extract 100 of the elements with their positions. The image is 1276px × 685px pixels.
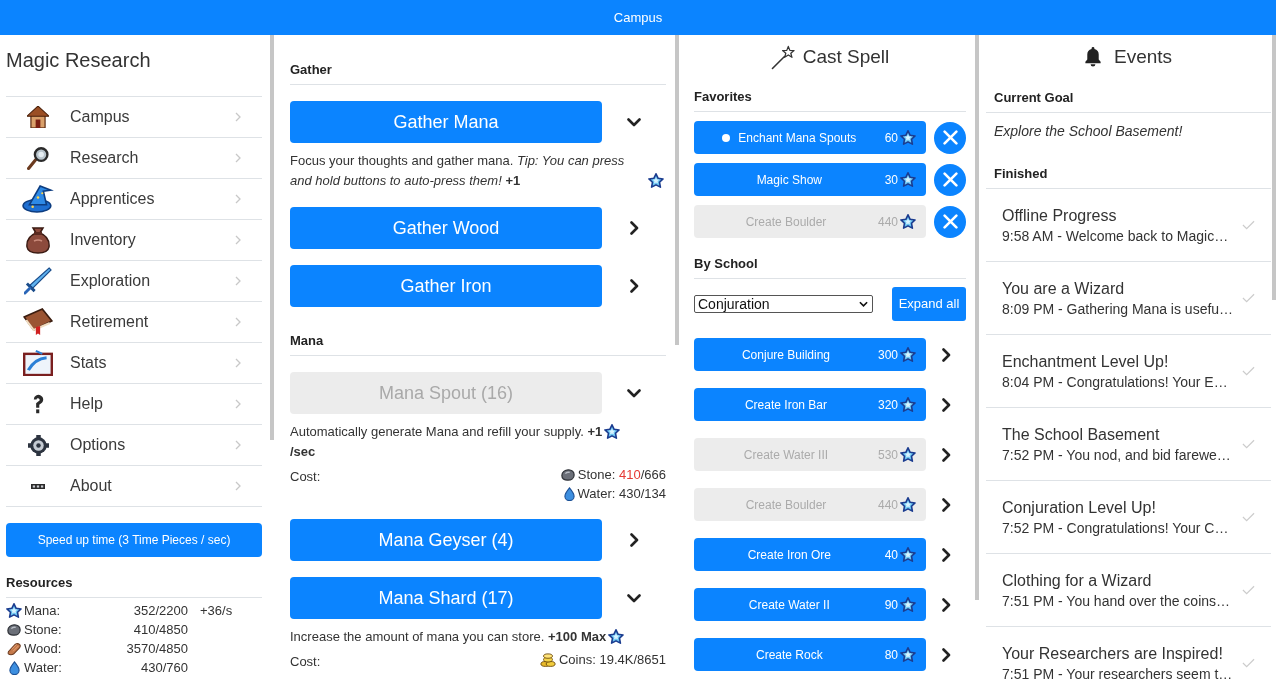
rock-icon — [7, 623, 21, 636]
spell-button[interactable]: Conjure Building 300 — [694, 338, 926, 371]
remove-button[interactable] — [934, 121, 966, 154]
close-icon — [942, 172, 958, 187]
action-button[interactable]: Gather Wood — [290, 207, 602, 249]
section-heading: Gather — [290, 62, 332, 78]
picture-frame-icon — [23, 350, 53, 376]
chevron-down-icon[interactable] — [627, 117, 641, 127]
spell-button[interactable]: Create Rock 80 — [694, 638, 926, 671]
chevron-right-icon — [235, 440, 241, 450]
remove-button[interactable] — [934, 163, 966, 196]
caret-icon — [859, 301, 868, 307]
scrollbar-thumb[interactable] — [1272, 35, 1276, 300]
chevron-right-icon — [235, 481, 241, 491]
resource-amount: 3570/4850 — [126, 639, 188, 658]
nav-item[interactable]: Help — [6, 384, 262, 425]
check-icon — [1242, 366, 1255, 376]
resource-name: Stone: — [24, 621, 62, 637]
resource-name: Water: — [24, 659, 62, 675]
resource-name: Mana: — [24, 602, 61, 618]
cost-value: Water: 430/134 — [577, 484, 666, 503]
description-text: Increase the amount of mana you can store. +100 Max — [290, 628, 607, 646]
spell-button[interactable]: Create Iron Ore 40 — [694, 538, 926, 571]
action-button[interactable]: Gather Mana — [290, 101, 602, 143]
check-icon — [1242, 512, 1255, 522]
sack-icon — [26, 226, 50, 254]
spell-button[interactable]: Enchant Mana Spouts 60 — [694, 121, 926, 154]
nav-item[interactable]: Inventory — [6, 220, 262, 261]
nav-item[interactable]: Stats — [6, 343, 262, 384]
scrollbar-thumb[interactable] — [675, 35, 679, 345]
star-icon — [900, 213, 916, 230]
school-select[interactable]: Conjuration — [694, 295, 873, 313]
speed-up-button[interactable]: Speed up time (3 Time Pieces / sec) — [6, 523, 262, 557]
magnifier-icon — [27, 146, 49, 170]
chevron-right-icon[interactable] — [941, 347, 951, 362]
check-icon — [1242, 658, 1255, 668]
action-button[interactable]: Mana Geyser (4) — [290, 519, 602, 561]
spell-button[interactable]: Magic Show 30 — [694, 163, 926, 196]
action-button[interactable]: Mana Shard (17) — [290, 577, 602, 619]
house-icon — [27, 106, 49, 128]
star-icon — [604, 424, 621, 440]
nav-item[interactable]: Options — [6, 425, 262, 466]
event-item[interactable]: Enchantment Level Up! 8:04 PM - Congratulations! Your E… — [986, 335, 1271, 408]
nav-item[interactable]: Exploration — [6, 261, 262, 302]
rate-unit-text: /sec — [290, 443, 316, 461]
event-item[interactable]: You are a Wizard 8:09 PM - Gathering Mana is usefu… — [986, 262, 1271, 335]
log-icon — [7, 641, 21, 656]
nav-item[interactable]: About — [6, 466, 262, 507]
star-icon — [648, 173, 664, 189]
nav-item[interactable]: Research — [6, 138, 262, 179]
rock-icon — [560, 468, 575, 481]
description-text: Automatically generate Mana and refill your supply. +1 — [290, 423, 603, 441]
expand-all-button[interactable]: Expand all — [892, 287, 966, 321]
nav-item[interactable]: Retirement — [6, 302, 262, 343]
star-icon — [608, 629, 625, 645]
gear-icon — [27, 434, 49, 456]
chevron-right-icon — [235, 317, 241, 327]
close-icon — [942, 214, 958, 229]
question-mark-icon — [32, 394, 44, 414]
check-icon — [1242, 585, 1255, 595]
book-icon — [23, 308, 53, 336]
section-heading: Favorites — [694, 89, 752, 105]
section-heading: Current Goal — [994, 90, 1074, 106]
event-item[interactable]: Your Researchers are Inspired! 7:51 PM - Your researchers seem t… — [986, 627, 1271, 685]
resource-amount: 430/760 — [141, 658, 188, 677]
chevron-right-icon[interactable] — [941, 547, 951, 562]
chevron-right-icon[interactable] — [629, 279, 639, 293]
star-icon — [900, 346, 916, 363]
chevron-right-icon — [235, 399, 241, 409]
chevron-right-icon[interactable] — [941, 597, 951, 612]
chevron-right-icon[interactable] — [629, 221, 639, 235]
nav-item[interactable]: Campus — [6, 97, 262, 138]
section-heading: By School — [694, 256, 758, 272]
spell-button[interactable]: Create Iron Bar 320 — [694, 388, 926, 421]
cost-label: Cost: — [290, 468, 321, 486]
event-item[interactable]: Conjuration Level Up! 7:52 PM - Congratulations! Your C… — [986, 481, 1271, 554]
spell-button[interactable]: Create Water II 90 — [694, 588, 926, 621]
scrollbar-thumb[interactable] — [270, 35, 274, 440]
star-icon — [900, 171, 916, 188]
scrollbar-thumb[interactable] — [975, 35, 979, 600]
chevron-down-icon[interactable] — [627, 593, 641, 603]
chevron-right-icon[interactable] — [941, 647, 951, 662]
water-drop-icon — [563, 486, 575, 501]
action-button[interactable]: Gather Iron — [290, 265, 602, 307]
chevron-right-icon[interactable] — [629, 533, 639, 547]
check-icon — [1242, 439, 1255, 449]
cost-label: Cost: — [290, 653, 321, 671]
wizard-hat-icon — [22, 185, 54, 213]
star-icon — [900, 546, 916, 563]
chevron-right-icon[interactable] — [941, 397, 951, 412]
bell-icon — [1084, 47, 1101, 67]
remove-button[interactable] — [934, 205, 966, 238]
event-item[interactable]: Offline Progress 9:58 AM - Welcome back to Magic… — [986, 189, 1271, 262]
check-icon — [1242, 293, 1255, 303]
sword-icon — [24, 267, 52, 295]
nav-item[interactable]: Apprentices — [6, 179, 262, 220]
description-text: Focus your thoughts and gather mana. Tip: You can press and hold buttons to auto-press them! +1 — [290, 152, 626, 190]
event-item[interactable]: The School Basement 7:52 PM - You nod, and bid farewe… — [986, 408, 1271, 481]
check-icon — [1242, 220, 1255, 230]
event-item[interactable]: Clothing for a Wizard 7:51 PM - You hand over the coins… — [986, 554, 1271, 627]
